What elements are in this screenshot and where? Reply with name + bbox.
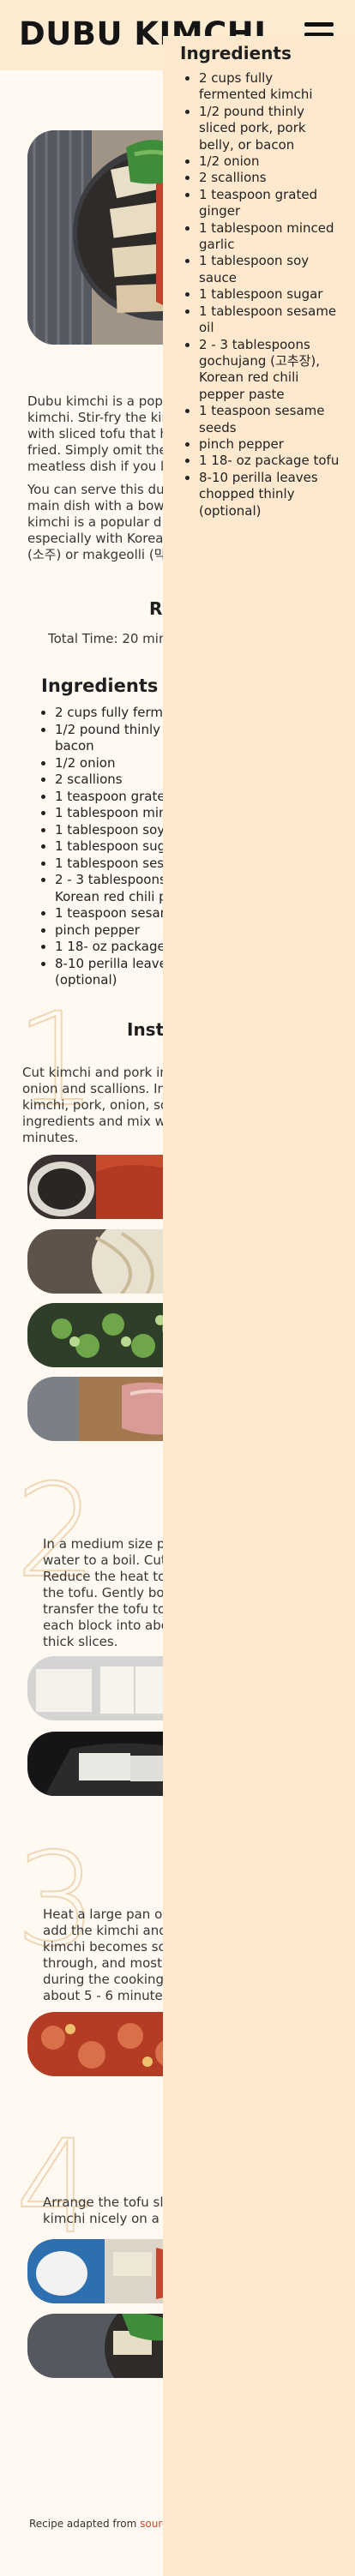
- ingredient-item: 1 tablespoon soy: [55, 822, 172, 839]
- step-number: 4: [15, 2113, 98, 2262]
- panel-ingredient-item: 1 tablespoon soy sauce: [199, 253, 343, 286]
- ingredients-list: 2 cups fully ferm 1/2 pound thinly bacon…: [39, 705, 172, 989]
- panel-ingredient-item: 2 scallions: [199, 170, 343, 186]
- recipe-card-title: R: [149, 598, 163, 619]
- ingredient-item: Korean red chili p: [55, 888, 167, 904]
- intro-paragraph: Dubu kimchi is a pop kimchi. Stir-fry the…: [27, 393, 168, 474]
- ingredient-item: pinch pepper: [55, 922, 172, 940]
- panel-ingredient-item: 1 18- oz package tofu: [199, 453, 343, 469]
- ingredients-side-panel: Ingredients 2 cups fully fermented kimch…: [163, 36, 355, 2576]
- ingredient-item: 1 tablespoon min: [55, 805, 172, 822]
- source-text: Recipe adapted from: [29, 2518, 141, 2530]
- ingredient-item: 1 teaspoon grate: [55, 789, 172, 806]
- panel-ingredient-item: 2 cups fully fermented kimchi: [199, 70, 343, 104]
- ingredient-item: 1 tablespoon ses: [55, 856, 172, 873]
- ingredient-item: 1/2 pound thinly: [55, 722, 172, 739]
- ingredient-item: 1 teaspoon sesam: [55, 905, 172, 922]
- panel-ingredient-item: 1 tablespoon sugar: [199, 286, 343, 303]
- step-text: Heat a large pan o add the kimchi and kimc…: [43, 1906, 170, 2003]
- ingredient-item: bacon: [55, 738, 94, 754]
- step-text: Arrange the tofu sl kimchi nicely on a: [43, 2195, 164, 2226]
- step-text: In a medium size p water to a boil. Cut Re…: [43, 1536, 169, 1649]
- panel-ingredient-item: 1/2 onion: [199, 153, 343, 170]
- ingredient-item: 2 scallions: [55, 772, 172, 789]
- panel-ingredient-item: 1 teaspoon sesame seeds: [199, 403, 343, 436]
- panel-ingredient-item: 1/2 pound thinly sliced pork, pork belly…: [199, 104, 343, 153]
- recipe-source: Recipe adapted from sourc: [29, 2518, 168, 2530]
- ingredients-heading: Ingredients: [41, 676, 159, 696]
- ingredient-item: 1 tablespoon sug: [55, 838, 172, 856]
- ingredient-item: 8-10 perilla leave: [55, 956, 172, 973]
- panel-ingredient-item: 1 tablespoon sesame oil: [199, 303, 343, 337]
- panel-ingredient-item: pinch pepper: [199, 436, 343, 453]
- total-time: Total Time: 20 min: [48, 631, 167, 646]
- step-text: Cut kimchi and pork in onion and scallion…: [22, 1065, 168, 1145]
- panel-ingredient-list: 2 cups fully fermented kimchi 1/2 pound …: [184, 70, 343, 519]
- serving-paragraph: You can serve this du main dish with a bo…: [27, 482, 166, 562]
- panel-ingredient-item: 2 - 3 tablespoons gochujang (고추장), Korea…: [199, 337, 343, 404]
- ingredient-item: 2 cups fully ferm: [55, 705, 172, 722]
- ingredient-item: 1 18- oz package: [55, 939, 172, 956]
- panel-heading: Ingredients: [180, 43, 292, 63]
- panel-ingredient-item: 1 teaspoon grated ginger: [199, 187, 343, 220]
- panel-ingredient-item: 8-10 perilla leaves chopped thinly (opti…: [199, 470, 343, 519]
- ingredient-item: 2 - 3 tablespoons: [55, 872, 172, 889]
- ingredient-item: 1/2 onion: [55, 755, 172, 772]
- panel-ingredient-item: 1 tablespoon minced garlic: [199, 220, 343, 254]
